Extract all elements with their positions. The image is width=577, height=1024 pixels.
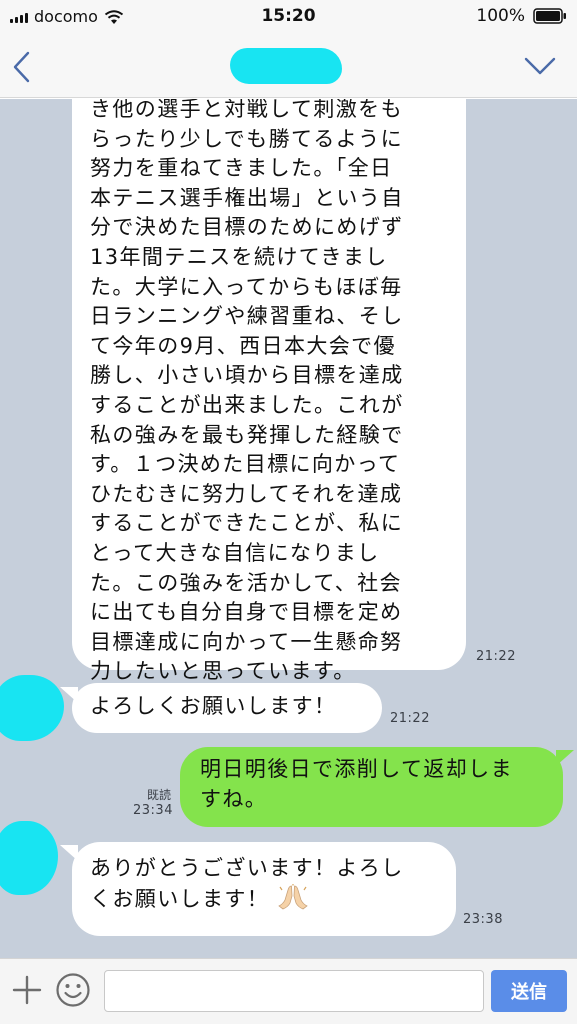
battery-percentage: 100%: [476, 6, 525, 26]
line-chat-screen: docomo 15:20 100% き他の選手と対戦して刺激をも らったり少しで…: [0, 0, 577, 1024]
message-text-line: 日ランニングや練習重ね、そし: [90, 304, 404, 329]
message-text-line: すね。: [200, 786, 268, 811]
message-text-line: 努力を重ねてきました。「全日: [90, 156, 393, 181]
message-input-bar: 送信: [0, 958, 577, 1024]
message-text-line: くお願いします！: [90, 886, 270, 911]
message-timestamp: 21:22: [476, 649, 516, 664]
contact-name-redacted: [230, 48, 342, 84]
incoming-message-bubble[interactable]: ありがとうございます！よろし くお願いします！: [72, 842, 456, 936]
read-receipt-label: 既読: [147, 788, 172, 802]
battery-icon: [533, 8, 566, 24]
chat-header: [0, 36, 577, 98]
message-text-line: た。この強みを活かして、社会: [90, 570, 402, 595]
smiley-icon[interactable]: [55, 972, 91, 1008]
message-text-line: す。１つ決めた目標に向かって: [90, 452, 401, 477]
message-text-line: に出ても自分自身で目標を定め: [90, 600, 403, 625]
incoming-message-bubble[interactable]: き他の選手と対戦して刺激をも らったり少しでも勝てるように 努力を重ねてきました…: [72, 99, 466, 683]
message-text-line: 目標達成に向かって一生懸命努: [90, 629, 403, 654]
chevron-down-icon[interactable]: [523, 56, 557, 76]
message-text-line: 13年間テニスを続けてきまし: [90, 244, 388, 269]
chevron-left-icon[interactable]: [10, 50, 34, 84]
chat-message-list[interactable]: き他の選手と対戦して刺激をも らったり少しでも勝てるように 努力を重ねてきました…: [0, 99, 577, 958]
message-text-line: することが出来ました。これが: [90, 392, 404, 417]
message-timestamp: 23:38: [463, 912, 503, 927]
message-text-line: とって大きな自信になりまし: [90, 540, 380, 565]
message-text-line: らったり少しでも勝てるように: [90, 126, 403, 151]
message-text-line: ひたむきに努力してそれを達成: [90, 481, 403, 506]
incoming-message-bubble[interactable]: よろしくお願いします！: [72, 683, 382, 733]
message-text-line: することができたことが、私に: [90, 511, 404, 536]
bubble-tail: [556, 750, 574, 766]
plus-icon[interactable]: [10, 973, 44, 1007]
folded-hands-icon: [278, 883, 309, 910]
message-timestamp: 23:34: [133, 803, 173, 818]
status-bar: docomo 15:20 100%: [0, 0, 577, 36]
message-text-line: た。大学に入ってからもほぼ毎: [90, 274, 403, 299]
message-text-line: 明日明後日で添削して返却しま: [200, 757, 513, 781]
send-button[interactable]: 送信: [491, 970, 567, 1012]
message-text-line: ありがとうございます！よろし: [90, 856, 404, 880]
message-text-line: 勝し、小さい頃から目標を達成: [90, 363, 404, 388]
message-input[interactable]: [104, 970, 484, 1012]
message-text-line: て今年の9月、西日本大会で優: [90, 333, 396, 358]
outgoing-message-bubble[interactable]: 明日明後日で添削して返却しま すね。: [180, 747, 563, 827]
message-timestamp: 21:22: [390, 711, 430, 726]
message-text-line: 本テニス選手権出場」という自: [90, 185, 404, 210]
status-right: 100%: [476, 6, 567, 26]
avatar-redacted[interactable]: [0, 821, 58, 895]
avatar-redacted[interactable]: [0, 675, 64, 741]
message-text-line: き他の選手と対戦して刺激をも: [90, 99, 403, 121]
message-text: よろしくお願いします！: [90, 694, 337, 718]
message-text-line: 分で決めた目標のためにめげず: [90, 215, 404, 240]
message-text-line: 私の強みを最も発揮した経験で: [90, 422, 404, 447]
